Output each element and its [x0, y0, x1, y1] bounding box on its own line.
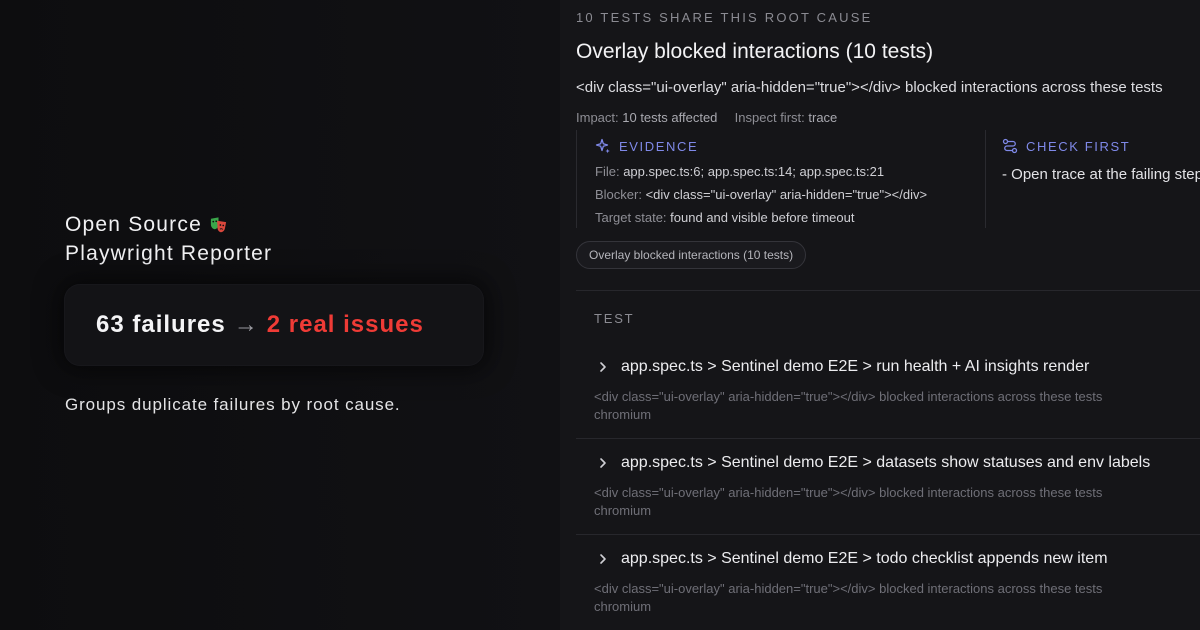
evidence-target-state: Target state: found and visible before t…	[595, 210, 855, 225]
impact-value: 10 tests affected	[622, 110, 718, 125]
check-first-item: - Open trace at the failing step	[1002, 166, 1200, 183]
test-column-header: TEST	[594, 311, 635, 326]
arrow-right-icon: →	[233, 311, 259, 338]
test-error-message: <div class="ui-overlay" aria-hidden="tru…	[594, 485, 1103, 500]
check-first-section: CHECK FIRST - Open trace at the failing …	[1000, 130, 1200, 228]
test-project: chromium	[594, 599, 652, 614]
test-name: app.spec.ts > Sentinel demo E2E > todo c…	[621, 550, 1108, 567]
chevron-right-icon[interactable]	[596, 456, 610, 470]
test-row[interactable]: app.spec.ts > Sentinel demo E2E > todo c…	[576, 542, 1200, 630]
test-project: chromium	[594, 407, 652, 422]
failures-count: 63 failures	[96, 311, 226, 338]
test-row[interactable]: app.spec.ts > Sentinel demo E2E > run he…	[576, 350, 1200, 445]
impact-line: Impact: 10 tests affected Inspect first:…	[576, 110, 837, 125]
promo-panel: Open Source Playwright Reporter 63 failu…	[0, 0, 560, 630]
real-issues-count: 2 real issues	[266, 311, 424, 338]
section-divider	[576, 290, 1200, 291]
evidence-heading: EVIDENCE	[595, 138, 698, 154]
test-name: app.spec.ts > Sentinel demo E2E > run he…	[621, 358, 1090, 375]
test-project: chromium	[594, 503, 652, 518]
report-panel: 10 TESTS SHARE THIS ROOT CAUSE Overlay b…	[560, 0, 1200, 630]
test-error-message: <div class="ui-overlay" aria-hidden="tru…	[594, 581, 1103, 596]
tagline: Groups duplicate failures by root cause.	[65, 395, 401, 414]
check-first-heading: CHECK FIRST	[1002, 138, 1130, 154]
inspect-label: Inspect first:	[734, 110, 805, 125]
inspect-value: trace	[808, 110, 838, 125]
chevron-right-icon[interactable]	[596, 552, 610, 566]
failures-summary-pill: 63 failures → 2 real issues	[64, 284, 484, 366]
theater-masks-icon	[210, 217, 227, 233]
test-row[interactable]: app.spec.ts > Sentinel demo E2E > datase…	[576, 446, 1200, 541]
test-error-message: <div class="ui-overlay" aria-hidden="tru…	[594, 389, 1103, 404]
evidence-file: File: app.spec.ts:6; app.spec.ts:14; app…	[595, 164, 885, 179]
test-name: app.spec.ts > Sentinel demo E2E > datase…	[621, 454, 1151, 471]
group-description: <div class="ui-overlay" aria-hidden="tru…	[576, 79, 1163, 96]
sparkle-icon	[595, 138, 610, 154]
group-title: Overlay blocked interactions (10 tests)	[576, 40, 934, 63]
row-divider	[576, 534, 1200, 535]
group-eyebrow: 10 TESTS SHARE THIS ROOT CAUSE	[576, 10, 873, 25]
brand-block: Open Source Playwright Reporter	[65, 210, 272, 268]
brand-line-1: Open Source	[65, 213, 202, 236]
evidence-section: EVIDENCE File: app.spec.ts:6; app.spec.t…	[576, 130, 986, 228]
route-icon	[1002, 138, 1018, 154]
chevron-right-icon[interactable]	[596, 360, 610, 374]
brand-line-2: Playwright Reporter	[65, 242, 273, 265]
check-first-heading-label: CHECK FIRST	[1026, 138, 1131, 154]
evidence-heading-label: EVIDENCE	[619, 138, 699, 154]
row-divider	[576, 438, 1200, 439]
root-cause-chip[interactable]: Overlay blocked interactions (10 tests)	[576, 241, 807, 269]
evidence-blocker: Blocker: <div class="ui-overlay" aria-hi…	[595, 187, 928, 202]
impact-label: Impact:	[576, 110, 619, 125]
